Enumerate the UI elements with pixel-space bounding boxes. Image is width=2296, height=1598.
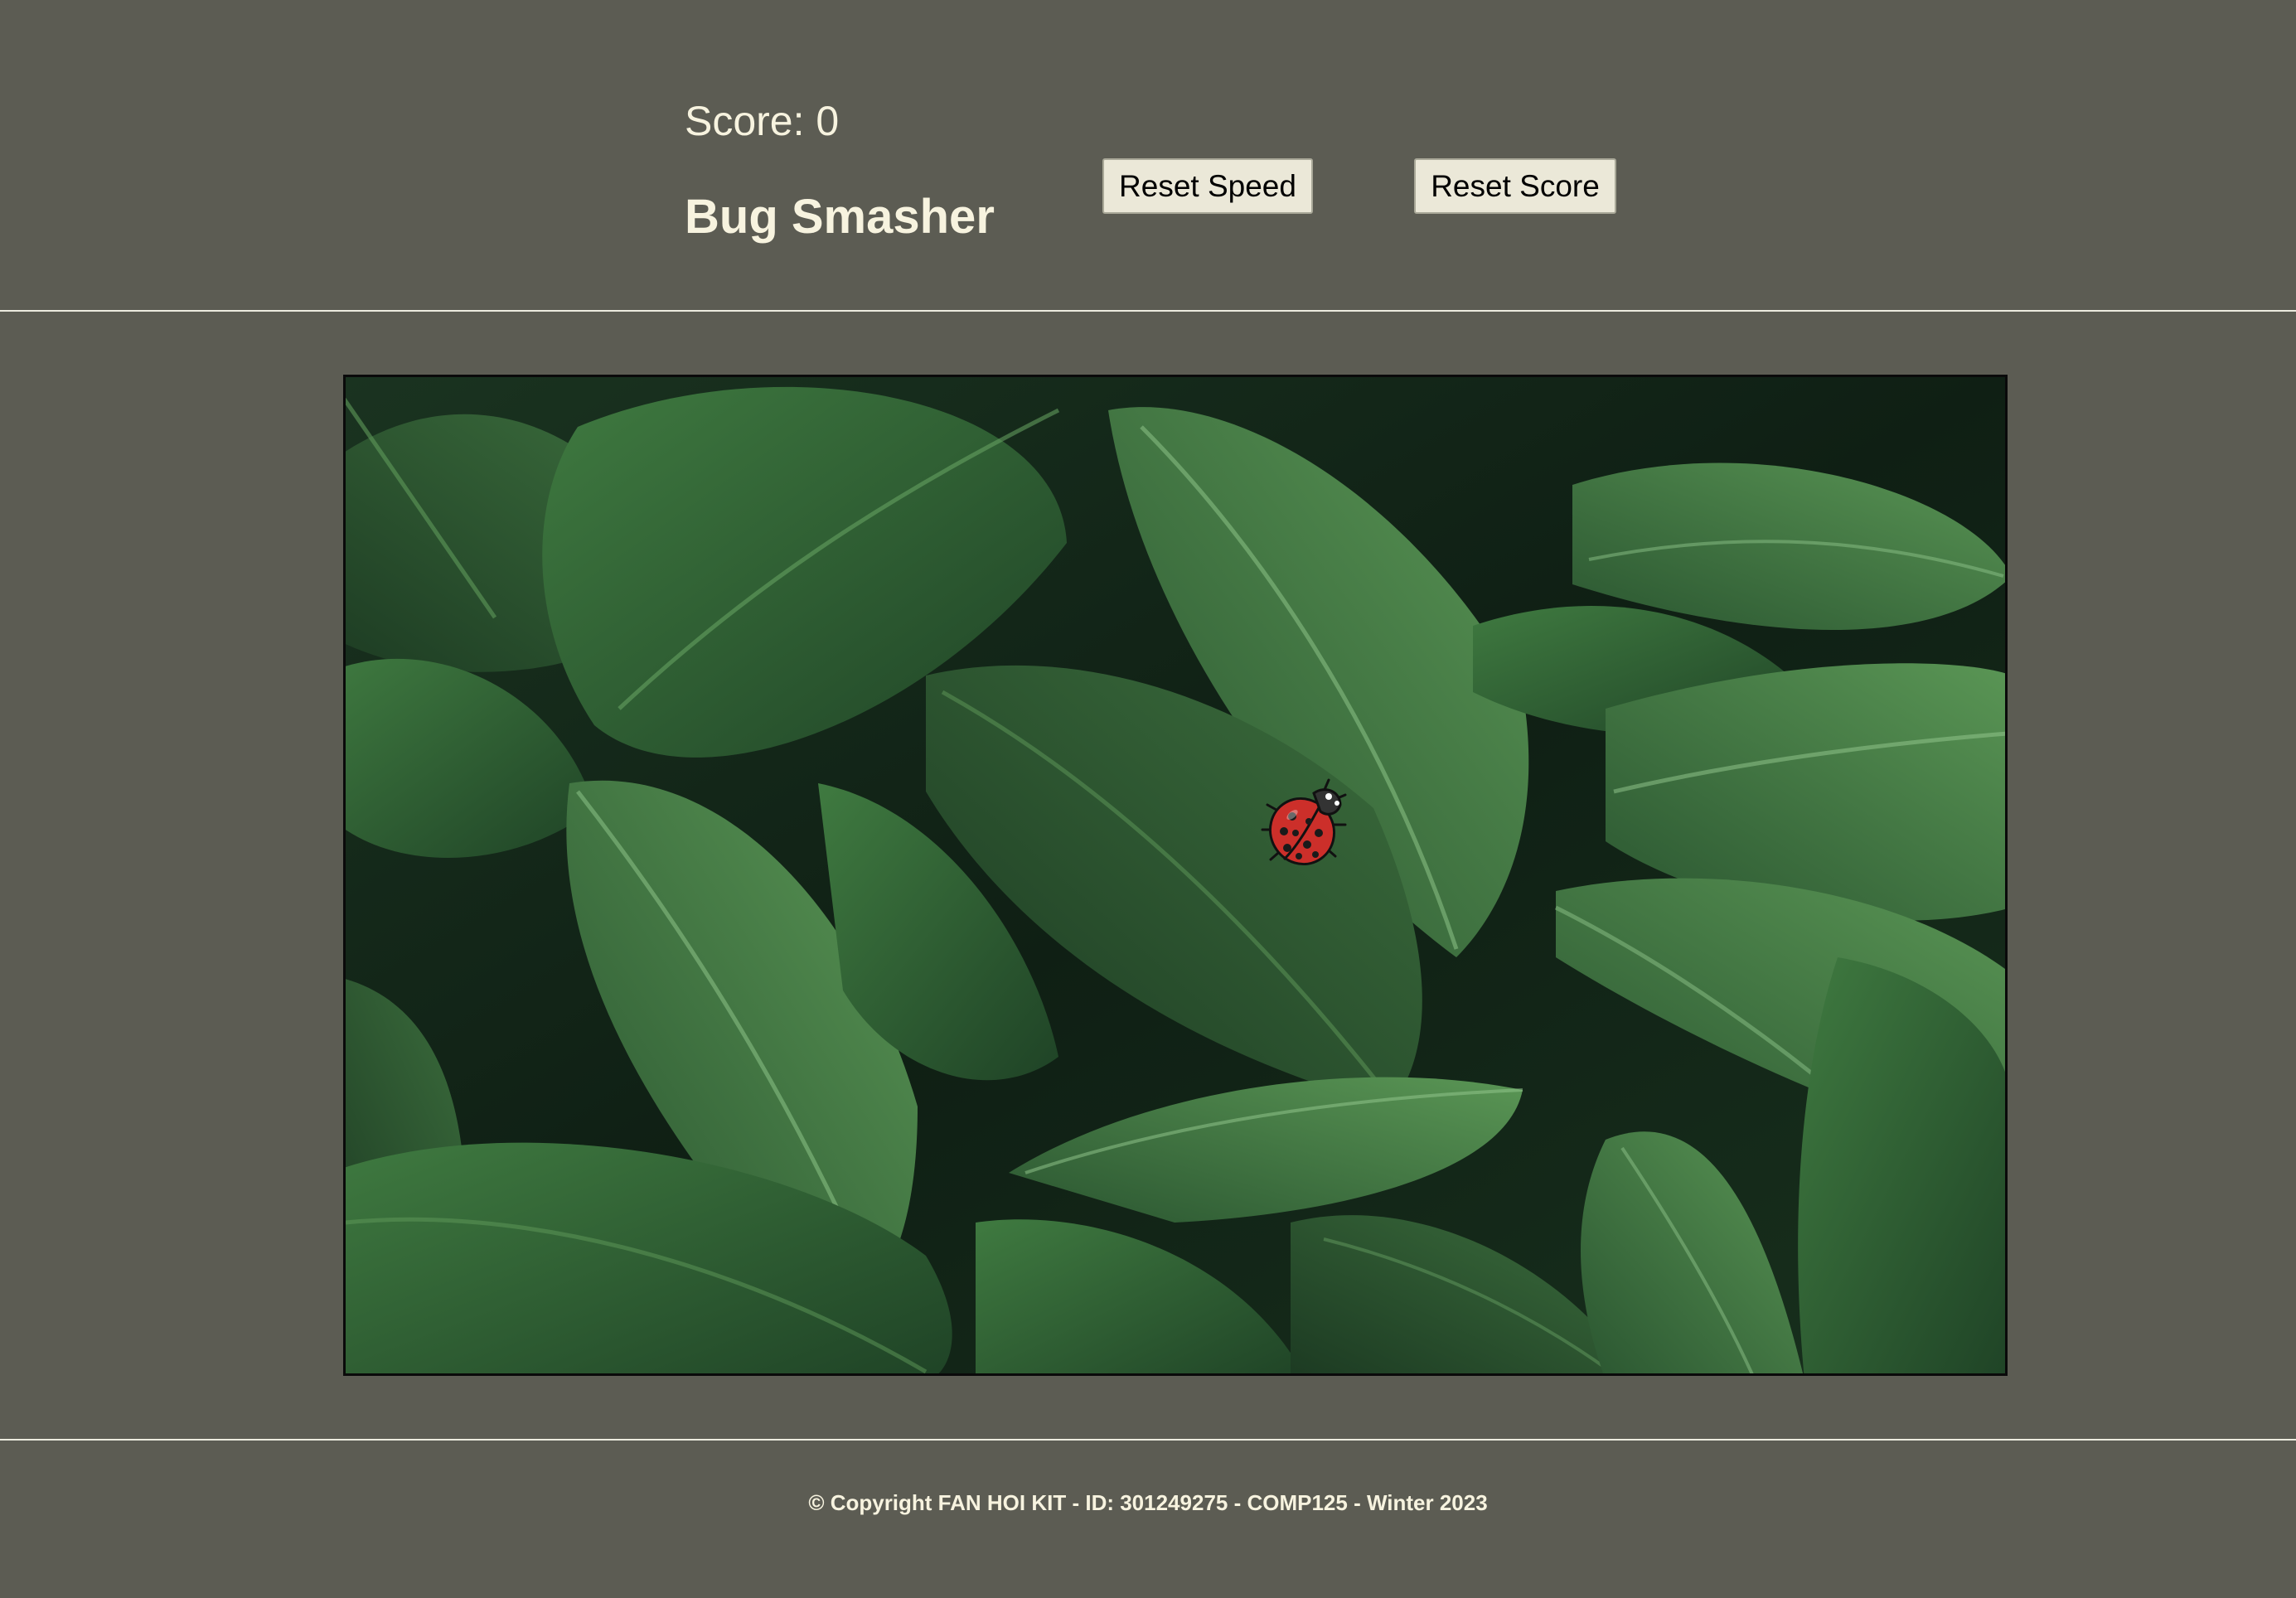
header-divider: [0, 310, 2296, 312]
reset-score-button[interactable]: Reset Score: [1414, 158, 1616, 214]
reset-speed-button[interactable]: Reset Speed: [1102, 158, 1313, 214]
score-display: Score: 0: [685, 98, 840, 144]
ladybug-icon[interactable]: [1259, 773, 1350, 873]
footer-divider: [0, 1439, 2296, 1441]
leaves-background-image: [346, 377, 2005, 1373]
game-canvas[interactable]: [343, 375, 2008, 1376]
copyright-footer: © Copyright FAN HOI KIT - ID: 301249275 …: [808, 1490, 1488, 1515]
game-title: Bug Smasher: [685, 190, 995, 244]
game-header: Score: 0 Bug Smasher Reset Speed Reset S…: [0, 0, 2296, 311]
